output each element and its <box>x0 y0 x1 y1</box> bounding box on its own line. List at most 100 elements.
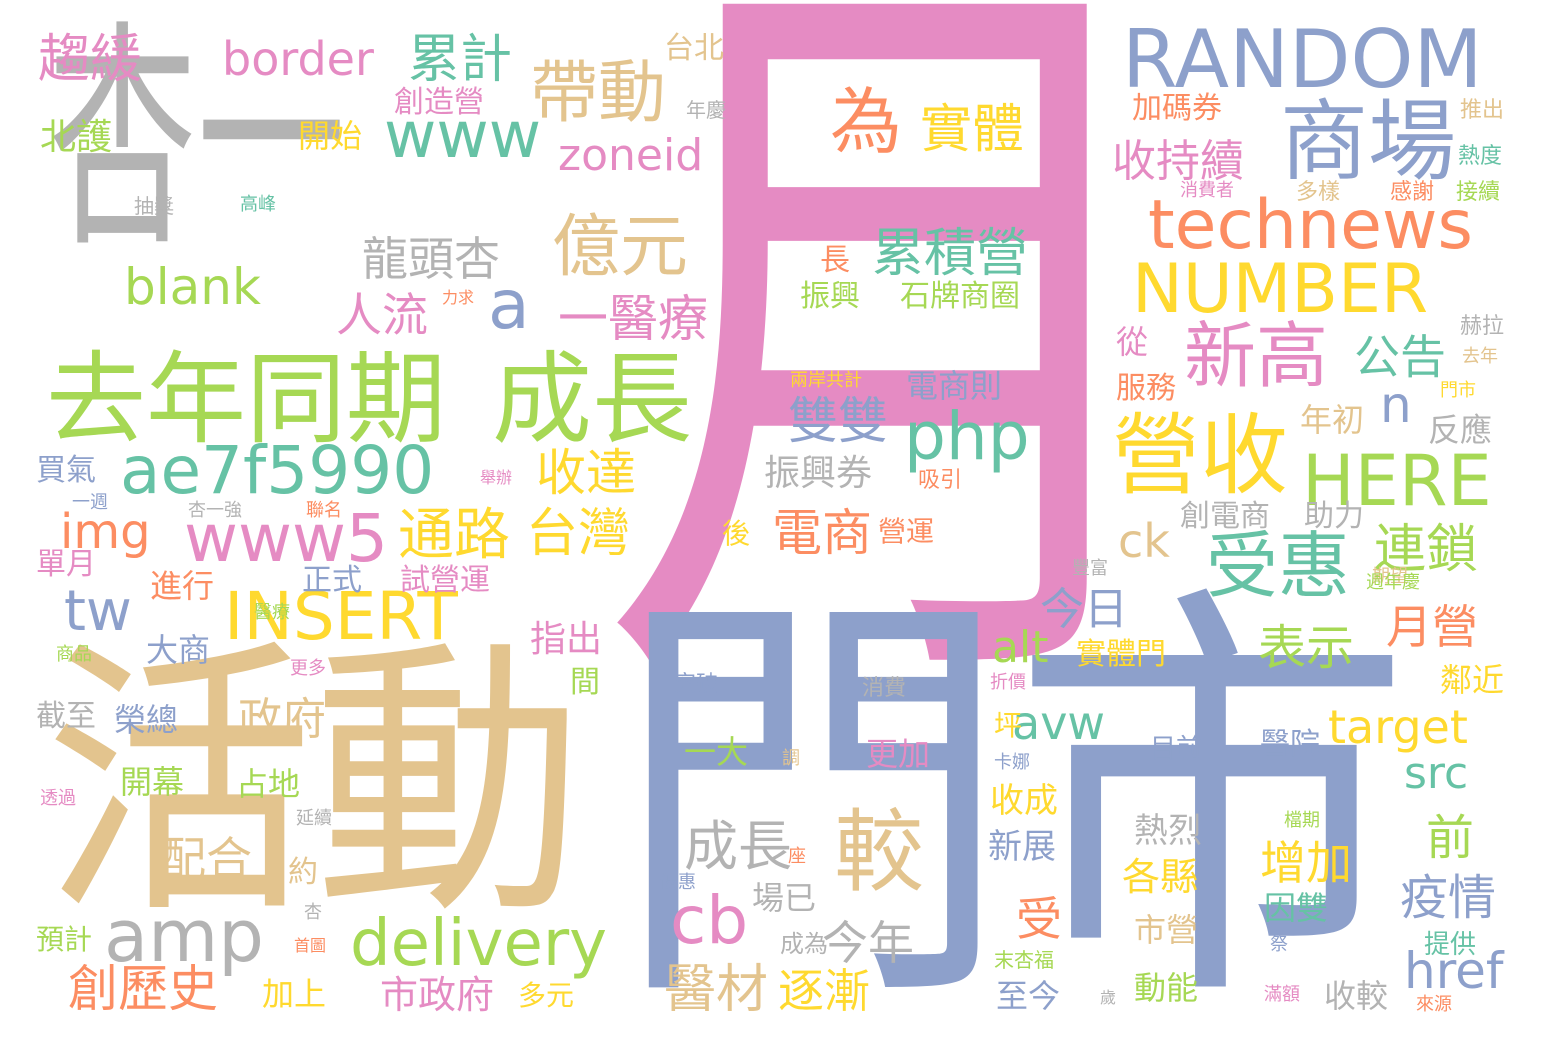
word-tui-chu: 推出 <box>1460 98 1505 123</box>
word-lei-ji: 累計 <box>408 30 513 90</box>
word-zhen-xing: 振興 <box>800 279 860 314</box>
word-xin-zhan: 新展 <box>988 827 1056 867</box>
word-xing-small: 杏 <box>304 902 322 923</box>
word-biao-shi: 表示 <box>1258 620 1355 676</box>
word-chuang-zao-ying: 創造營 <box>394 85 484 120</box>
word-yi-qing: 疫情 <box>1400 870 1497 926</box>
word-he-la: 赫拉 <box>1460 314 1505 339</box>
word-men-shi-small: 門市 <box>1440 380 1476 401</box>
word-da-shang: 大商 <box>146 631 211 669</box>
word-shi-ti: 實體 <box>920 100 1025 160</box>
word-gao-feng: 高峰 <box>240 194 276 215</box>
word-alt: alt <box>992 622 1049 673</box>
word-shou-tu: 首圖 <box>294 936 327 955</box>
word-liang-an-gong-ji: 兩岸共計 <box>790 370 862 391</box>
word-mo-xing-fu: 末杏福 <box>994 948 1054 972</box>
word-zuo: 座 <box>788 846 806 867</box>
word-zhu-li: 助力 <box>1304 499 1364 534</box>
word-mai-qi: 買氣 <box>36 453 96 488</box>
word-qu-huan: 趨緩 <box>38 30 143 90</box>
word-zeng-jia: 增加 <box>1260 836 1352 890</box>
word-you-hui: 優惠 <box>660 872 696 893</box>
word-random: RANDOM <box>1122 13 1483 106</box>
word-yue: 約 <box>288 855 318 890</box>
word-zheng-fu: 政府 <box>238 694 326 745</box>
word-mu-qian: 目前 <box>1150 734 1203 764</box>
word-shou-chi-xu: 收持續 <box>1112 136 1244 187</box>
word-delivery: delivery <box>350 907 607 981</box>
word-yu-ji: 預計 <box>36 923 93 956</box>
word-shou-cheng: 收成 <box>990 781 1058 821</box>
word-lei-ji-ying: 累積營 <box>872 224 1029 284</box>
word-shi-pai-shang-quan: 石牌商圈 <box>900 279 1020 314</box>
word-xiao-fei: 消費 <box>862 676 907 701</box>
word-zhi-jin: 至今 <box>996 977 1061 1015</box>
word-yin-shuang: 因雙 <box>1264 889 1329 927</box>
word-yi-yi-liao: 一醫療 <box>558 290 708 348</box>
word-zhang: 長 <box>820 243 850 278</box>
word-li-qiu: 力求 <box>442 288 475 307</box>
word-ju-ban: 舉辦 <box>480 468 513 487</box>
word-lin-jin: 鄰近 <box>1440 661 1505 699</box>
word-duo-yuan: 多元 <box>518 979 575 1012</box>
word-shou-hui: 受惠 <box>1206 524 1351 608</box>
word-yi-zhou: 一週 <box>72 492 108 513</box>
word-nian-qing: 年慶 <box>686 98 726 122</box>
word-pei-he: 配合 <box>160 832 252 886</box>
word-jie-zhi: 截至 <box>36 699 96 734</box>
word-a: a <box>488 266 530 345</box>
word-gan-xie: 感謝 <box>1390 180 1435 205</box>
word-src: src <box>1404 748 1469 799</box>
word-bei-hu: 北護 <box>40 117 113 158</box>
word-jiao: 較 <box>834 800 924 905</box>
word-cong: 從 <box>1116 323 1149 361</box>
word-yi-liao: 醫療 <box>254 602 290 623</box>
word-fu-wu: 服務 <box>1116 371 1176 406</box>
word-re-du: 熱度 <box>1458 144 1503 169</box>
word-zhou-nian-qing: 週年慶 <box>1366 572 1420 593</box>
word-zheng-shi: 正式 <box>302 563 362 598</box>
word-ying-shou: 營收 <box>1112 404 1289 507</box>
word-qu-nian: 去年 <box>1462 346 1498 367</box>
word-xin-gao: 新高 <box>1184 314 1329 398</box>
word-zhan-di: 占地 <box>236 765 301 803</box>
word-jin-ri: 今日 <box>1040 584 1128 635</box>
word-dong-neng: 動能 <box>1134 969 1199 1007</box>
word-zoneid: zoneid <box>558 130 704 181</box>
word-border: border <box>222 32 374 86</box>
word-dian-shang-ze: 電商則 <box>906 367 1003 405</box>
word-ji: 祭 <box>1270 934 1288 955</box>
word-n: n <box>1380 376 1412 434</box>
word-lai-yuan: 來源 <box>1416 994 1452 1015</box>
word-shi-zheng-fu: 市政府 <box>380 973 495 1017</box>
word-zhu-jian: 逐漸 <box>778 964 870 1018</box>
word-blank: blank <box>124 258 261 316</box>
word-fan-ying: 反應 <box>1428 411 1493 449</box>
word-chuang-li-shi: 創歷史 <box>68 960 218 1018</box>
word-ck: ck <box>1118 514 1170 568</box>
word-cheng-zhang-2: 成長 <box>684 815 792 878</box>
word-kai-mu: 開幕 <box>120 763 185 801</box>
word-zhi-chu: 指出 <box>530 619 603 660</box>
word-nian-chu: 年初 <box>1300 401 1365 439</box>
word-yi-yuan: 億元 <box>552 208 689 287</box>
word-qian: 前 <box>1426 810 1475 866</box>
word-shou-jiao: 收較 <box>1324 977 1389 1015</box>
word-zhen-xing-quan: 振興券 <box>764 453 873 494</box>
word-re-lie: 熱烈 <box>1134 811 1202 851</box>
word-cheng-wei: 成為 <box>780 930 828 958</box>
word-yue-ying: 月營 <box>1386 600 1478 654</box>
word-cb: cb <box>670 882 749 959</box>
word-xiao-fei-zhe: 消費者 <box>1180 180 1234 201</box>
word-xing-yi-qiang: 杏一強 <box>188 500 242 521</box>
word-dian-shang: 電商 <box>772 504 872 562</box>
word-dang-qi: 檔期 <box>1284 810 1320 831</box>
word-dai-dong: 帶動 <box>530 54 667 133</box>
word-ge-xian: 各縣 <box>1122 855 1199 899</box>
word-shou-da: 收達 <box>536 444 636 502</box>
word-avw: avw <box>1012 696 1106 750</box>
word-jin-nian: 今年 <box>822 916 914 970</box>
word-diao: 調 <box>782 748 800 769</box>
word-yi-da: 一大 <box>684 733 749 771</box>
word-jian: 間 <box>570 665 600 700</box>
